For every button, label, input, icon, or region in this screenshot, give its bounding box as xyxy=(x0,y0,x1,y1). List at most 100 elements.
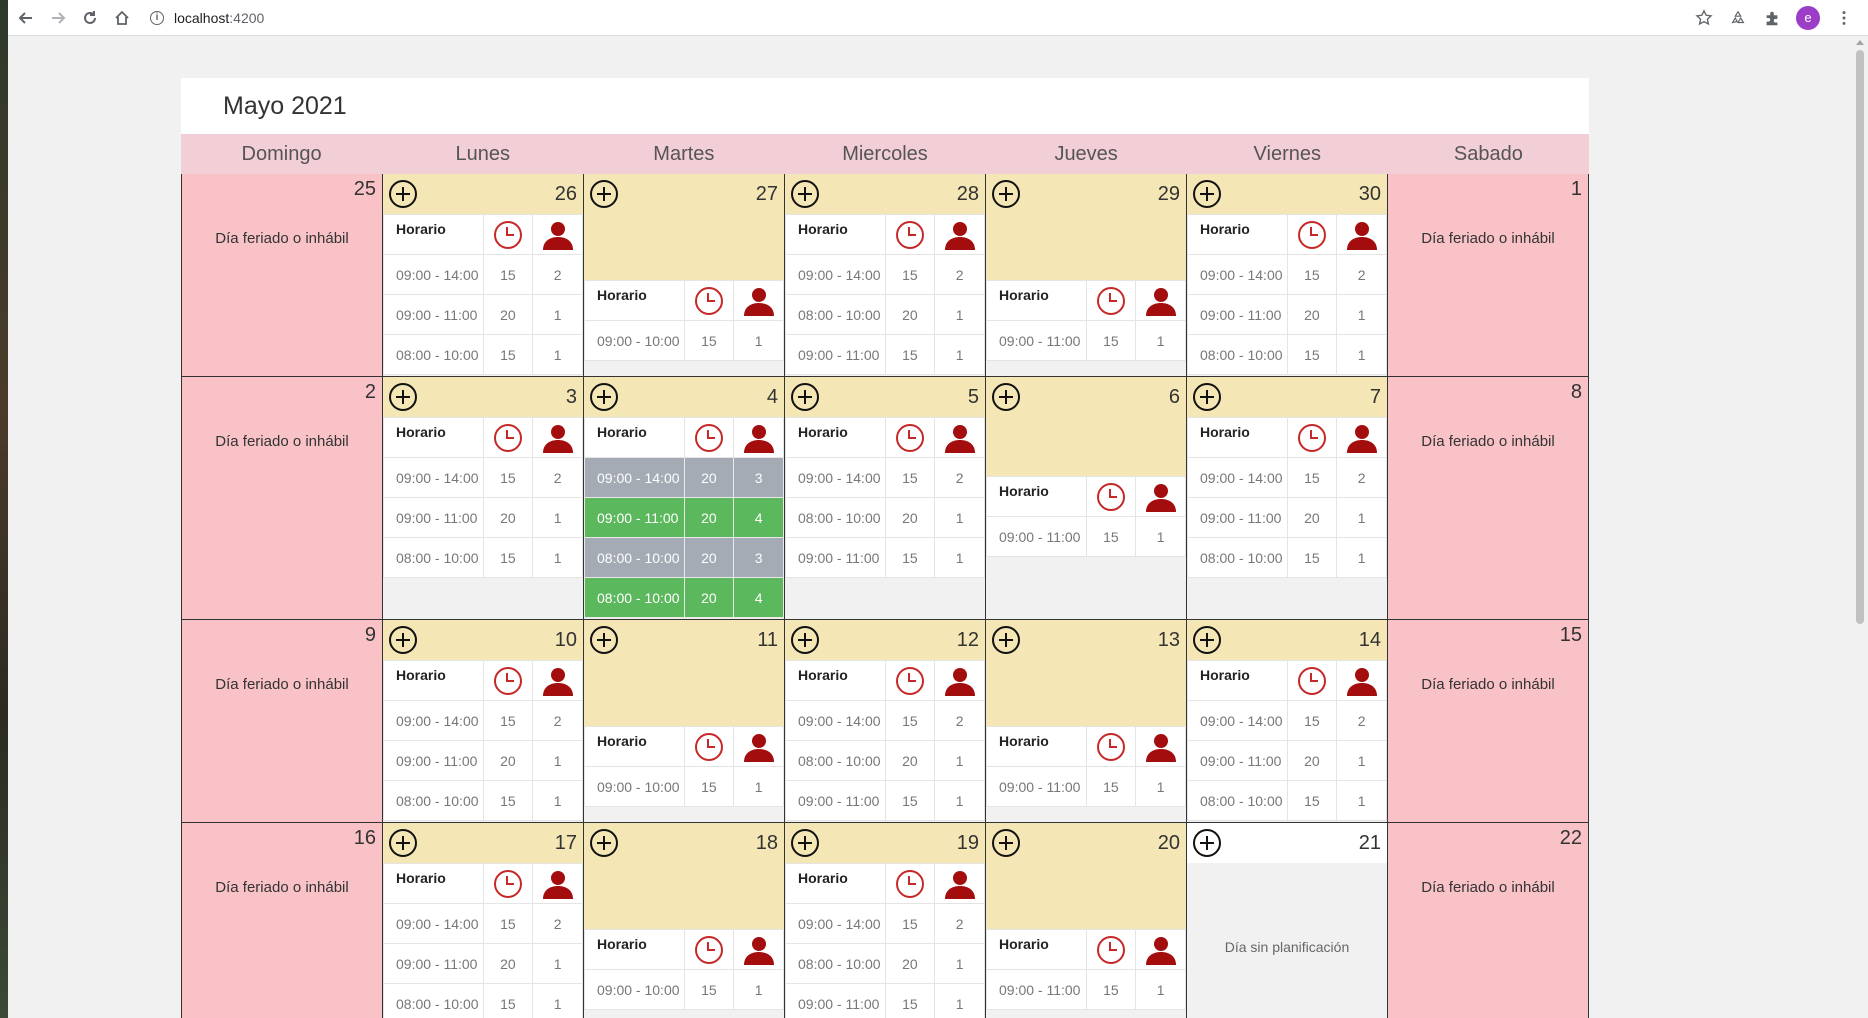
schedule-row[interactable]: 09:00 - 11:00 20 1 xyxy=(383,294,583,335)
add-schedule-icon[interactable] xyxy=(590,383,618,411)
recycle-extension-icon[interactable] xyxy=(1728,8,1748,28)
add-schedule-icon[interactable] xyxy=(791,829,819,857)
address-bar[interactable]: i localhost:4200 xyxy=(150,4,1694,32)
schedule-row[interactable]: 08:00 - 10:00 20 3 xyxy=(584,537,784,578)
day-cell[interactable]: 4 Horario 09:00 - 14:00 20 3 09:00 - 11:00 20 4… xyxy=(584,377,785,620)
profile-avatar[interactable]: e xyxy=(1796,5,1820,30)
day-cell-holiday[interactable]: 16 Día feriado o inhábil xyxy=(182,823,383,1018)
schedule-row[interactable]: 08:00 - 10:00 20 1 xyxy=(785,294,985,335)
extensions-puzzle-icon[interactable] xyxy=(1762,8,1782,28)
add-schedule-icon[interactable] xyxy=(791,626,819,654)
day-cell[interactable]: 20 Horario 09:00 - 11:00 15 1 xyxy=(986,823,1187,1018)
day-cell-unplanned[interactable]: 21 Día sin planificación xyxy=(1187,823,1388,1018)
schedule-row[interactable]: 09:00 - 14:00 15 2 xyxy=(383,254,583,295)
schedule-row[interactable]: 09:00 - 11:00 15 1 xyxy=(986,320,1186,361)
home-icon[interactable] xyxy=(108,4,136,32)
add-schedule-icon[interactable] xyxy=(992,383,1020,411)
schedule-row[interactable]: 08:00 - 10:00 20 1 xyxy=(785,497,985,538)
schedule-row[interactable]: 09:00 - 10:00 15 1 xyxy=(584,320,784,361)
schedule-row[interactable]: 09:00 - 11:00 20 1 xyxy=(383,497,583,538)
add-schedule-icon[interactable] xyxy=(791,180,819,208)
schedule-row[interactable]: 08:00 - 10:00 20 4 xyxy=(584,577,784,618)
day-cell[interactable]: 27 Horario 09:00 - 10:00 15 1 xyxy=(584,174,785,377)
schedule-row[interactable]: 09:00 - 14:00 15 2 xyxy=(785,700,985,741)
schedule-row[interactable]: 09:00 - 10:00 15 1 xyxy=(584,969,784,1010)
schedule-row[interactable]: 08:00 - 10:00 15 1 xyxy=(1187,334,1387,375)
add-schedule-icon[interactable] xyxy=(389,626,417,654)
schedule-row[interactable]: 09:00 - 11:00 15 1 xyxy=(785,780,985,821)
schedule-row[interactable]: 08:00 - 10:00 15 1 xyxy=(383,537,583,578)
schedule-row[interactable]: 08:00 - 10:00 20 1 xyxy=(785,943,985,984)
add-schedule-icon[interactable] xyxy=(1193,383,1221,411)
schedule-row[interactable]: 09:00 - 10:00 15 1 xyxy=(584,766,784,807)
schedule-row[interactable]: 08:00 - 10:00 15 1 xyxy=(383,983,583,1018)
schedule-row[interactable]: 09:00 - 11:00 15 1 xyxy=(785,334,985,375)
schedule-row[interactable]: 09:00 - 11:00 15 1 xyxy=(785,983,985,1018)
schedule-row[interactable]: 09:00 - 11:00 20 1 xyxy=(383,943,583,984)
day-cell[interactable]: 13 Horario 09:00 - 11:00 15 1 xyxy=(986,620,1187,823)
schedule-row[interactable]: 08:00 - 10:00 15 1 xyxy=(383,780,583,821)
schedule-row[interactable]: 09:00 - 14:00 20 3 xyxy=(584,457,784,498)
schedule-row[interactable]: 09:00 - 14:00 15 2 xyxy=(1187,254,1387,295)
schedule-row[interactable]: 09:00 - 14:00 15 2 xyxy=(785,457,985,498)
day-cell[interactable]: 7 Horario 09:00 - 14:00 15 2 09:00 - 11:00 20 1… xyxy=(1187,377,1388,620)
schedule-row[interactable]: 09:00 - 11:00 15 1 xyxy=(986,516,1186,557)
day-cell-holiday[interactable]: 22 Día feriado o inhábil xyxy=(1388,823,1589,1018)
add-schedule-icon[interactable] xyxy=(1193,180,1221,208)
schedule-row[interactable]: 09:00 - 11:00 15 1 xyxy=(986,766,1186,807)
schedule-row[interactable]: 09:00 - 14:00 15 2 xyxy=(383,700,583,741)
day-cell[interactable]: 3 Horario 09:00 - 14:00 15 2 09:00 - 11:00 20 1… xyxy=(383,377,584,620)
schedule-row[interactable]: 08:00 - 10:00 15 1 xyxy=(1187,780,1387,821)
day-cell[interactable]: 29 Horario 09:00 - 11:00 15 1 xyxy=(986,174,1187,377)
schedule-row[interactable]: 09:00 - 14:00 15 2 xyxy=(383,903,583,944)
day-cell-holiday[interactable]: 8 Día feriado o inhábil xyxy=(1388,377,1589,620)
day-cell[interactable]: 5 Horario 09:00 - 14:00 15 2 08:00 - 10:00 20 1… xyxy=(785,377,986,620)
add-schedule-icon[interactable] xyxy=(1193,626,1221,654)
schedule-row[interactable]: 09:00 - 14:00 15 2 xyxy=(785,254,985,295)
day-cell-holiday[interactable]: 2 Día feriado o inhábil xyxy=(182,377,383,620)
add-schedule-icon[interactable] xyxy=(389,383,417,411)
day-cell[interactable]: 14 Horario 09:00 - 14:00 15 2 09:00 - 11:00 20… xyxy=(1187,620,1388,823)
schedule-row[interactable]: 08:00 - 10:00 20 1 xyxy=(785,740,985,781)
schedule-row[interactable]: 09:00 - 14:00 15 2 xyxy=(1187,700,1387,741)
schedule-row[interactable]: 09:00 - 14:00 15 2 xyxy=(1187,457,1387,498)
add-schedule-icon[interactable] xyxy=(992,180,1020,208)
schedule-row[interactable]: 09:00 - 11:00 20 4 xyxy=(584,497,784,538)
day-cell[interactable]: 17 Horario 09:00 - 14:00 15 2 09:00 - 11:00 20… xyxy=(383,823,584,1018)
add-schedule-icon[interactable] xyxy=(389,180,417,208)
day-cell[interactable]: 12 Horario 09:00 - 14:00 15 2 08:00 - 10:00 20… xyxy=(785,620,986,823)
day-cell[interactable]: 11 Horario 09:00 - 10:00 15 1 xyxy=(584,620,785,823)
scroll-up-icon[interactable] xyxy=(1856,40,1864,45)
add-schedule-icon[interactable] xyxy=(992,626,1020,654)
schedule-row[interactable]: 09:00 - 14:00 15 2 xyxy=(383,457,583,498)
schedule-row[interactable]: 08:00 - 10:00 15 1 xyxy=(383,334,583,375)
scrollbar-thumb[interactable] xyxy=(1856,50,1864,624)
schedule-row[interactable]: 09:00 - 14:00 15 2 xyxy=(785,903,985,944)
add-schedule-icon[interactable] xyxy=(590,626,618,654)
schedule-row[interactable]: 09:00 - 11:00 20 1 xyxy=(383,740,583,781)
add-schedule-icon[interactable] xyxy=(590,180,618,208)
add-schedule-icon[interactable] xyxy=(992,829,1020,857)
page-scrollbar[interactable] xyxy=(1852,36,1868,1018)
day-cell[interactable]: 28 Horario 09:00 - 14:00 15 2 08:00 - 10:00 20… xyxy=(785,174,986,377)
day-cell-holiday[interactable]: 9 Día feriado o inhábil xyxy=(182,620,383,823)
day-cell[interactable]: 18 Horario 09:00 - 10:00 15 1 xyxy=(584,823,785,1018)
reload-icon[interactable] xyxy=(76,4,104,32)
day-cell-holiday[interactable]: 15 Día feriado o inhábil xyxy=(1388,620,1589,823)
add-schedule-icon[interactable] xyxy=(1193,829,1221,857)
add-schedule-icon[interactable] xyxy=(590,829,618,857)
schedule-row[interactable]: 09:00 - 11:00 20 1 xyxy=(1187,497,1387,538)
day-cell[interactable]: 6 Horario 09:00 - 11:00 15 1 xyxy=(986,377,1187,620)
day-cell[interactable]: 19 Horario 09:00 - 14:00 15 2 08:00 - 10:00 20… xyxy=(785,823,986,1018)
day-cell[interactable]: 30 Horario 09:00 - 14:00 15 2 09:00 - 11:00 20… xyxy=(1187,174,1388,377)
menu-kebab-icon[interactable] xyxy=(1834,8,1854,28)
add-schedule-icon[interactable] xyxy=(791,383,819,411)
schedule-row[interactable]: 08:00 - 10:00 15 1 xyxy=(1187,537,1387,578)
forward-icon[interactable] xyxy=(44,4,72,32)
day-cell-holiday[interactable]: 25 Día feriado o inhábil xyxy=(182,174,383,377)
schedule-row[interactable]: 09:00 - 11:00 20 1 xyxy=(1187,294,1387,335)
bookmark-star-icon[interactable] xyxy=(1694,8,1714,28)
schedule-row[interactable]: 09:00 - 11:00 20 1 xyxy=(1187,740,1387,781)
add-schedule-icon[interactable] xyxy=(389,829,417,857)
day-cell[interactable]: 26 Horario 09:00 - 14:00 15 2 09:00 - 11:00 20… xyxy=(383,174,584,377)
